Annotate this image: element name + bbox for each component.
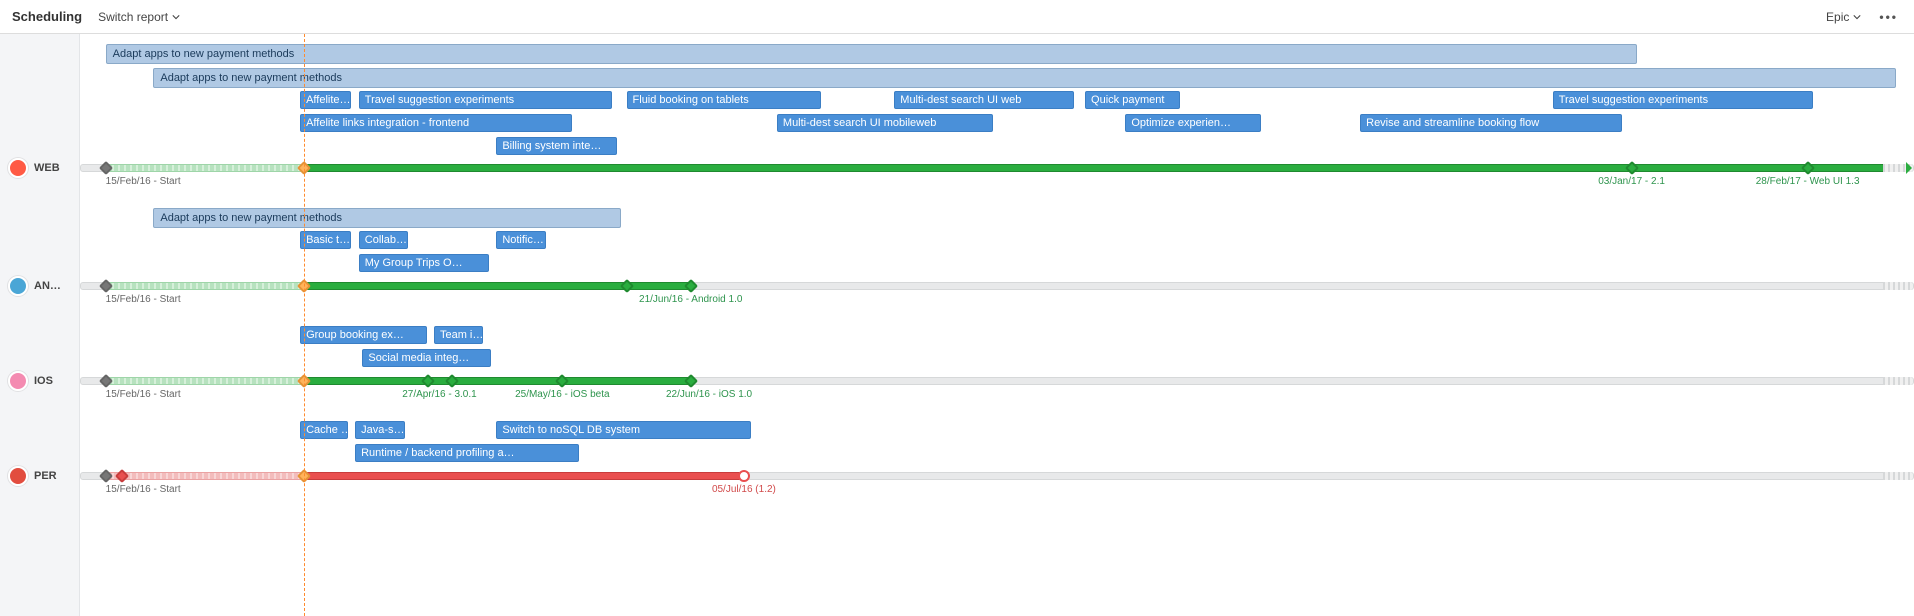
- task-bar[interactable]: Multi-dest search UI mobileweb: [777, 114, 993, 132]
- axis-prefill: [107, 472, 305, 480]
- axis-tick-label: 28/Feb/17 - Web UI 1.3: [1756, 176, 1860, 187]
- epic-group-bar[interactable]: Adapt apps to new payment methods: [106, 44, 1637, 64]
- axis-prefill: [107, 282, 305, 290]
- lane-avatar-icon: [8, 371, 28, 391]
- task-bar[interactable]: Quick payment: [1085, 91, 1180, 109]
- switch-report-label: Switch report: [98, 10, 168, 24]
- release-marker[interactable]: [738, 470, 750, 482]
- task-bar[interactable]: Fluid booking on tablets: [627, 91, 821, 109]
- axis-end-hatch: [1883, 282, 1913, 290]
- lane-label: PER: [8, 466, 57, 486]
- caret-down-icon: [172, 14, 180, 20]
- more-actions-button[interactable]: •••: [1875, 6, 1902, 28]
- lane-sidebar: WEB AN… IOS PER: [0, 34, 80, 616]
- task-bar[interactable]: Java-s…: [355, 421, 405, 439]
- task-bar[interactable]: Social media integ…: [362, 349, 490, 367]
- lane-label: WEB: [8, 158, 60, 178]
- task-bar[interactable]: Affelite…: [300, 91, 351, 109]
- axis-tick-label: 27/Apr/16 - 3.0.1: [402, 389, 477, 400]
- lane-axis: [80, 472, 1914, 480]
- header-right: Epic •••: [1826, 6, 1902, 28]
- task-bar[interactable]: Travel suggestion experiments: [359, 91, 612, 109]
- axis-end-hatch: [1883, 472, 1913, 480]
- epic-group-bar[interactable]: Adapt apps to new payment methods: [153, 68, 1895, 88]
- task-bar[interactable]: Group booking ex…: [300, 326, 427, 344]
- lane-name: PER: [34, 470, 57, 482]
- axis-fill: [305, 164, 1912, 172]
- lane-label: IOS: [8, 371, 53, 391]
- axis-tick-label: 25/May/16 - iOS beta: [515, 389, 610, 400]
- task-bar[interactable]: Multi-dest search UI web: [894, 91, 1074, 109]
- task-bar[interactable]: Revise and streamline booking flow: [1360, 114, 1622, 132]
- task-bar[interactable]: Travel suggestion experiments: [1553, 91, 1813, 109]
- axis-tick-label: 15/Feb/16 - Start: [106, 484, 181, 495]
- view-mode-label: Epic: [1826, 10, 1849, 24]
- task-bar[interactable]: Affelite links integration - frontend: [300, 114, 571, 132]
- lane-label: AN…: [8, 276, 61, 296]
- axis-tick-label: 05/Jul/16 (1.2): [712, 484, 776, 495]
- header-left: Scheduling Switch report: [12, 9, 180, 24]
- task-bar[interactable]: Optimize experien…: [1125, 114, 1261, 132]
- lane-name: AN…: [34, 280, 61, 292]
- timeline[interactable]: Adapt apps to new payment methods Adapt a…: [80, 34, 1914, 616]
- epic-group-bar[interactable]: Adapt apps to new payment methods: [153, 208, 621, 228]
- lane-axis: [80, 164, 1914, 172]
- axis-fill: [305, 472, 745, 480]
- lane-name: WEB: [34, 162, 60, 174]
- task-bar[interactable]: Notific…: [496, 231, 546, 249]
- task-bar[interactable]: Billing system inte…: [496, 137, 617, 155]
- axis-tick-label: 21/Jun/16 - Android 1.0: [639, 294, 742, 305]
- axis-tick-label: 15/Feb/16 - Start: [106, 389, 181, 400]
- axis-prefill: [107, 377, 305, 385]
- axis-tick-label: 15/Feb/16 - Start: [106, 294, 181, 305]
- task-bar[interactable]: Team i…: [434, 326, 484, 344]
- lane-axis: [80, 377, 1914, 385]
- axis-fill: [305, 377, 692, 385]
- lane-avatar-icon: [8, 276, 28, 296]
- task-bar[interactable]: Basic t…: [300, 231, 351, 249]
- axis-end-hatch: [1883, 377, 1913, 385]
- today-line: [304, 34, 305, 616]
- lane-avatar-icon: [8, 158, 28, 178]
- header: Scheduling Switch report Epic •••: [0, 0, 1914, 34]
- view-mode-dropdown[interactable]: Epic: [1826, 10, 1861, 24]
- task-bar[interactable]: My Group Trips O…: [359, 254, 489, 272]
- axis-tick-label: 15/Feb/16 - Start: [106, 176, 181, 187]
- lane-axis: [80, 282, 1914, 290]
- axis-tick-label: 22/Jun/16 - iOS 1.0: [666, 389, 752, 400]
- task-bar[interactable]: Cache …: [300, 421, 348, 439]
- switch-report-dropdown[interactable]: Switch report: [98, 10, 180, 24]
- milestone-marker[interactable]: [1906, 162, 1914, 174]
- task-bar[interactable]: Switch to noSQL DB system: [496, 421, 751, 439]
- report-title: Scheduling: [12, 9, 82, 24]
- task-bar[interactable]: Collab…: [359, 231, 409, 249]
- main: WEB AN… IOS PER Adapt apps to new payment m…: [0, 34, 1914, 616]
- task-bar[interactable]: Runtime / backend profiling a…: [355, 444, 579, 462]
- lane-avatar-icon: [8, 466, 28, 486]
- caret-down-icon: [1853, 14, 1861, 20]
- axis-tick-label: 03/Jan/17 - 2.1: [1598, 176, 1665, 187]
- lane-name: IOS: [34, 375, 53, 387]
- axis-prefill: [107, 164, 305, 172]
